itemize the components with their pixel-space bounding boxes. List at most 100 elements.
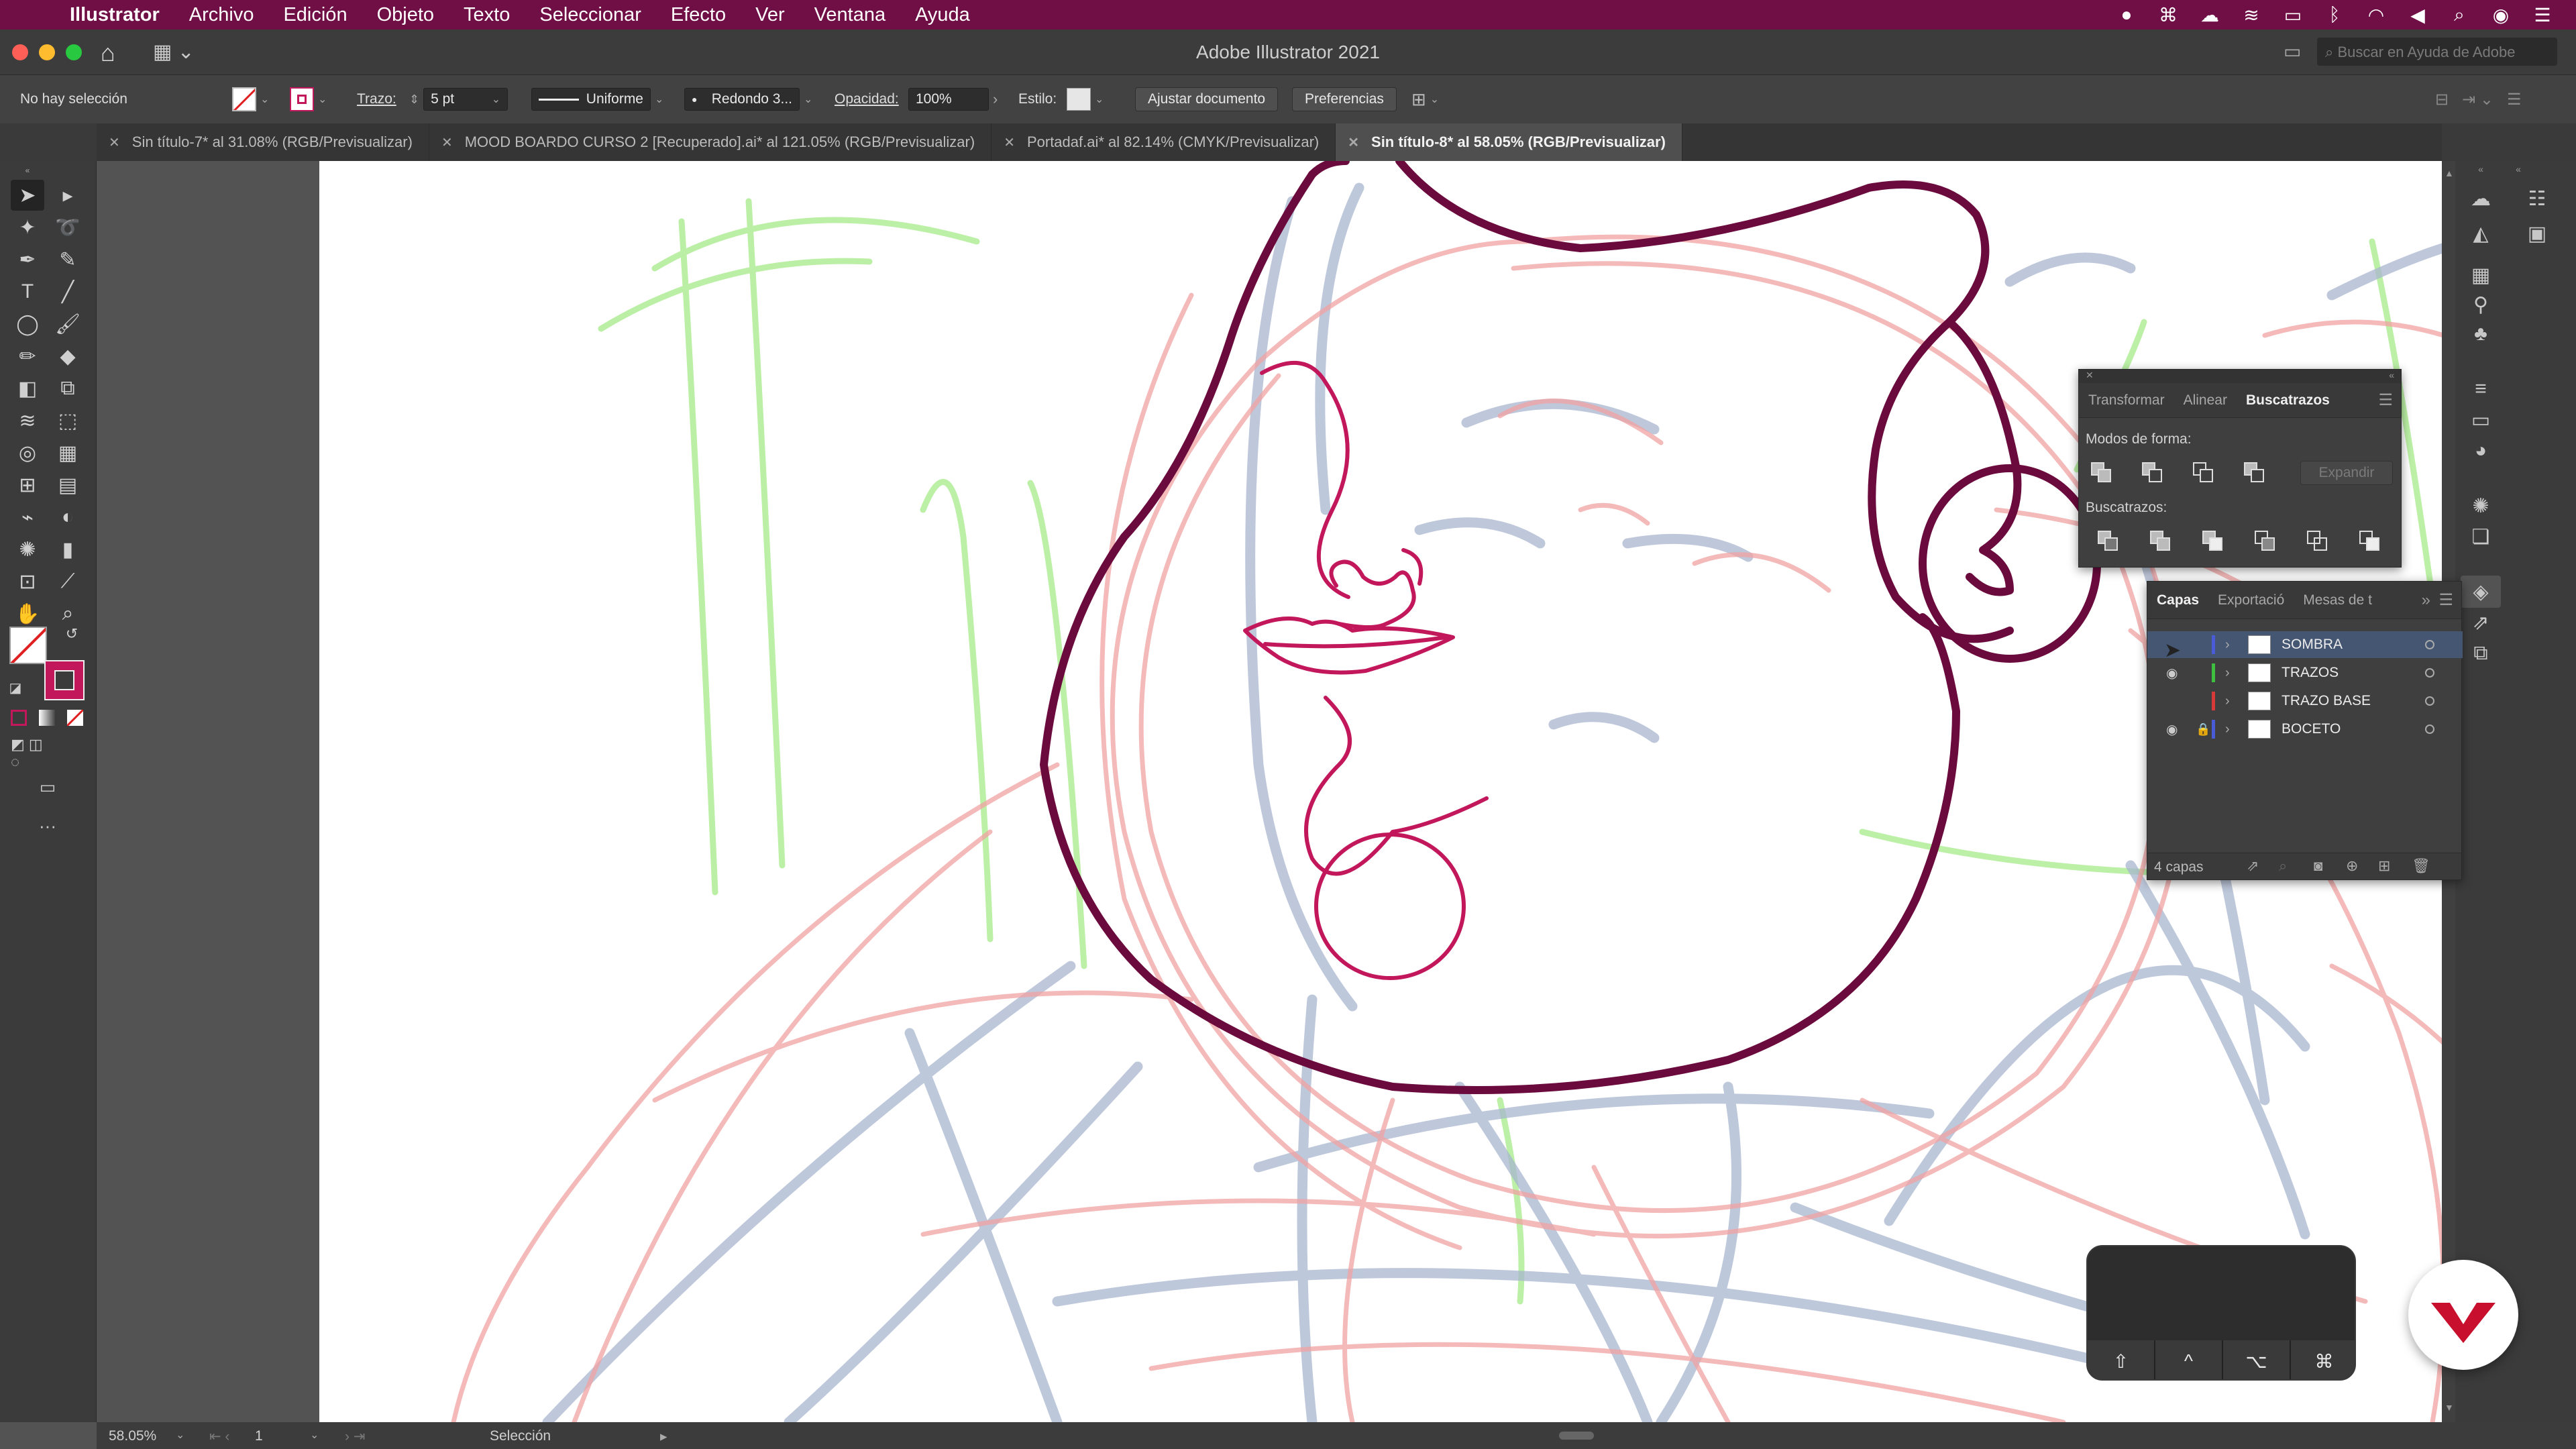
layer-row-sombra[interactable]: ◉ › SOMBRA xyxy=(2147,631,2463,658)
stroke-swatch[interactable]: ⌄ xyxy=(290,87,327,111)
tab-document-4[interactable]: ✕ Sin título-8* al 58.05% (RGB/Previsuali… xyxy=(1336,123,1682,161)
locate-object-icon[interactable]: ⌕ xyxy=(2279,857,2287,875)
artboards-panel-icon[interactable]: ⧉ xyxy=(2461,637,2501,669)
collect-for-export-icon[interactable]: ⇗ xyxy=(2247,857,2259,875)
shape-builder-tool-icon[interactable]: ◎ xyxy=(11,437,44,468)
layer-row-trazos[interactable]: ◉ › TRAZOS xyxy=(2147,659,2463,686)
expand-layer-icon[interactable]: › xyxy=(2225,665,2230,681)
artboard-tool-icon[interactable]: ⊡ xyxy=(11,566,44,597)
minus-back-icon[interactable] xyxy=(2358,529,2381,552)
curvature-tool-icon[interactable]: ✎ xyxy=(51,244,85,275)
layer-name[interactable]: TRAZOS xyxy=(2282,665,2339,681)
tab-document-2[interactable]: ✕ MOOD BOARDO CURSO 2 [Recuperado].ai* al… xyxy=(429,123,992,161)
panel-menu-icon[interactable]: ☰ xyxy=(2438,590,2453,610)
pathfinder-panel-header[interactable]: ✕ « xyxy=(2079,370,2401,383)
horizontal-scroll-thumb[interactable] xyxy=(1559,1432,1594,1440)
menu-edicion[interactable]: Edición xyxy=(283,4,347,26)
clipping-mask-icon[interactable]: ◙ xyxy=(2314,857,2322,875)
gradient-panel-icon[interactable]: ▭ xyxy=(2461,404,2501,436)
gradient-tool-icon[interactable]: ▤ xyxy=(51,470,85,500)
tab-buscatrazos[interactable]: Buscatrazos xyxy=(2237,392,2339,409)
fill-stroke-swatches[interactable] xyxy=(9,627,85,700)
asset-export-icon[interactable]: ⇗ xyxy=(2461,606,2501,639)
menu-app-illustrator[interactable]: Illustrator xyxy=(70,4,160,26)
zoom-level[interactable]: 58.05% xyxy=(109,1428,156,1444)
collapse-panel-icon[interactable]: « xyxy=(2389,370,2394,380)
eraser-tool-icon[interactable]: ◆ xyxy=(51,341,85,372)
tab-document-1[interactable]: ✕ Sin título-7* al 31.08% (RGB/Previsuali… xyxy=(97,123,429,161)
tab-mesas-de-trabajo[interactable]: Mesas de t xyxy=(2294,592,2381,608)
ellipse-tool-icon[interactable]: ◯ xyxy=(11,309,44,339)
exclude-icon[interactable] xyxy=(2243,461,2265,484)
eyedropper-tool-icon[interactable]: ⌁ xyxy=(11,502,44,533)
default-fill-stroke-icon[interactable]: ◪ xyxy=(5,678,25,698)
scale-tool-icon[interactable]: ⧉ xyxy=(51,373,85,404)
fill-none-large-swatch[interactable] xyxy=(9,627,47,664)
artboard-number[interactable]: 1 xyxy=(255,1428,263,1444)
outline-icon[interactable] xyxy=(2306,529,2328,552)
arrange-documents-icon[interactable]: ▭ xyxy=(2284,40,2301,62)
draw-mode-icon[interactable]: ◩ ◫ ◌ xyxy=(11,736,44,770)
color-mode-gradient[interactable] xyxy=(39,710,55,726)
layer-target-icon[interactable] xyxy=(2425,668,2434,678)
stroke-weight-field[interactable]: ⇕ 5 pt ⌄ xyxy=(409,87,508,111)
hand-tool-icon[interactable]: ✋ xyxy=(11,598,44,629)
appearance-panel-icon[interactable]: ✺ xyxy=(2461,490,2501,522)
stroke-label[interactable]: Trazo: xyxy=(357,87,396,111)
reflect-tool-icon[interactable]: ◧ xyxy=(11,373,44,404)
unite-icon[interactable] xyxy=(2090,461,2112,484)
menu-archivo[interactable]: Archivo xyxy=(189,4,254,26)
delete-layer-icon[interactable]: 🗑 xyxy=(2412,857,2430,875)
stroke-stepper-icon[interactable]: ⇕ xyxy=(409,93,419,107)
fit-document-button[interactable]: Ajustar documento xyxy=(1135,87,1279,111)
minus-front-icon[interactable] xyxy=(2141,461,2163,484)
brush-definition[interactable]: ● Redondo 3... ⌄ xyxy=(684,87,812,111)
line-tool-icon[interactable]: ╱ xyxy=(51,276,85,307)
menu-efecto[interactable]: Efecto xyxy=(671,4,726,26)
opacity-label[interactable]: Opacidad: xyxy=(835,87,899,111)
creative-cloud-icon[interactable]: ☁ xyxy=(2199,4,2220,26)
learn-icon[interactable]: ▣ xyxy=(2517,217,2557,250)
control-center-icon[interactable]: ☰ xyxy=(2532,4,2553,26)
swatches-icon[interactable]: ▦ xyxy=(2461,259,2501,291)
image-trace-icon[interactable]: ◭ xyxy=(2461,217,2501,250)
close-tab-icon[interactable]: ✕ xyxy=(441,134,453,151)
color-mode-none[interactable] xyxy=(67,710,83,726)
layer-name[interactable]: SOMBRA xyxy=(2282,637,2343,653)
swap-fill-stroke-icon[interactable]: ↺ xyxy=(62,624,82,644)
more-tabs-icon[interactable]: » xyxy=(2422,591,2430,610)
spotlight-search-icon[interactable]: ⌕ xyxy=(2449,4,2470,26)
artboard[interactable] xyxy=(319,161,2442,1422)
dock-collapse-icon[interactable]: « xyxy=(2498,161,2538,177)
wifi-scan-icon[interactable]: ≋ xyxy=(2241,4,2262,26)
control-bar-extras[interactable]: ⊟ ⇥ ⌄ ☰ xyxy=(2435,87,2522,111)
width-tool-icon[interactable]: ≋ xyxy=(11,405,44,436)
menu-seleccionar[interactable]: Seleccionar xyxy=(539,4,641,26)
graph-tool-icon[interactable]: ▮ xyxy=(51,534,85,565)
screen-mode-icon[interactable]: ▭ xyxy=(31,771,64,802)
close-tab-icon[interactable]: ✕ xyxy=(109,134,120,151)
close-panel-icon[interactable]: ✕ xyxy=(2086,370,2094,381)
tab-transformar[interactable]: Transformar xyxy=(2079,392,2174,409)
dock-collapse-left-icon[interactable]: « xyxy=(2461,161,2501,177)
first-artboard-icon[interactable]: ⇤ ‹ xyxy=(209,1428,229,1445)
divide-icon[interactable] xyxy=(2096,529,2119,552)
crop-icon[interactable] xyxy=(2253,529,2276,552)
help-search-input[interactable]: ⌕ Buscar en Ayuda de Adobe xyxy=(2317,38,2557,66)
transparency-panel-icon[interactable]: ◕ xyxy=(2461,435,2501,467)
visibility-toggle-icon[interactable]: ◉ xyxy=(2166,721,2178,738)
layer-name[interactable]: BOCETO xyxy=(2282,721,2341,737)
panel-menu-icon[interactable]: ☰ xyxy=(2378,390,2393,410)
stroke-color-swatch[interactable] xyxy=(290,87,314,111)
bluetooth-icon[interactable]: ᛒ xyxy=(2324,4,2345,25)
canvas-pasteboard[interactable] xyxy=(97,161,2442,1422)
close-tab-icon[interactable]: ✕ xyxy=(1348,134,1359,151)
opacity-arrow-icon[interactable]: › xyxy=(993,91,998,108)
layer-row-trazo-base[interactable]: ◉ › TRAZO BASE xyxy=(2147,688,2463,714)
layer-target-icon[interactable] xyxy=(2425,696,2434,706)
mesh-tool-icon[interactable]: ⊞ xyxy=(11,470,44,500)
menu-texto[interactable]: Texto xyxy=(464,4,510,26)
blend-tool-icon[interactable]: ◐ xyxy=(51,502,85,533)
slice-tool-icon[interactable]: ⟋ xyxy=(51,566,85,597)
scroll-down-icon[interactable]: ▼ xyxy=(2445,1402,2454,1413)
